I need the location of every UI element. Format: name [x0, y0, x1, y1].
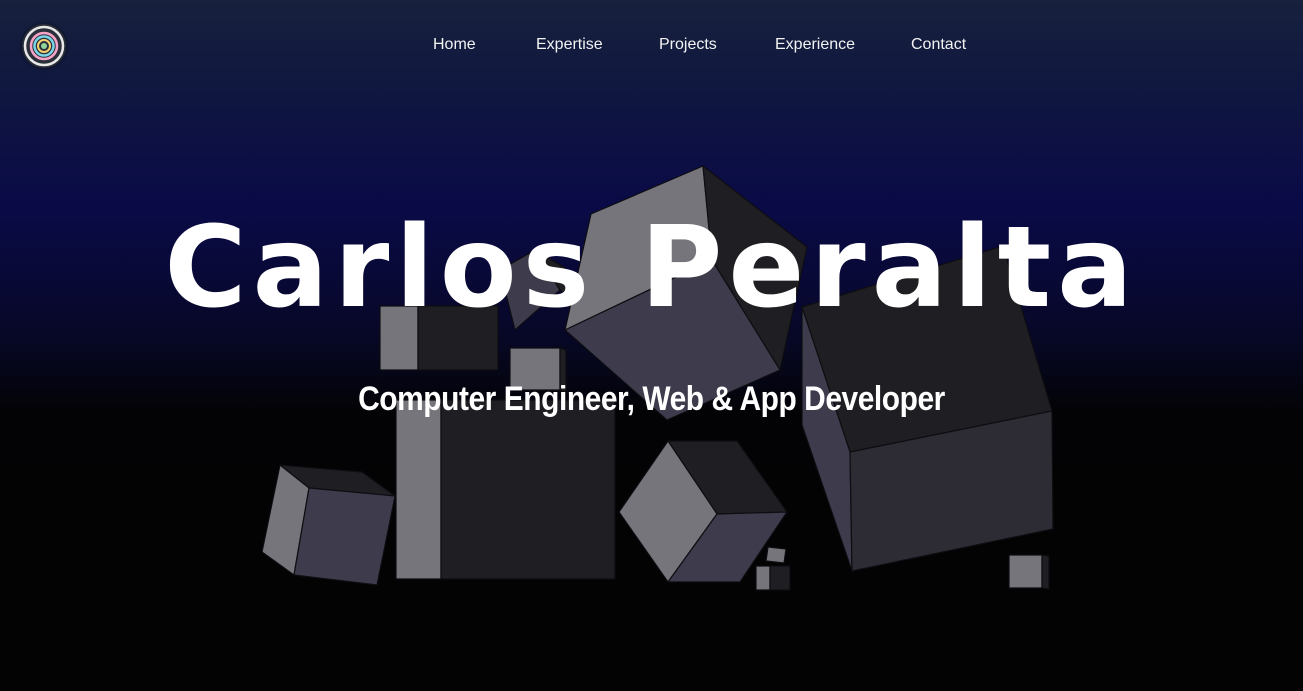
cube-shape	[395, 399, 616, 580]
cube-shape	[618, 440, 788, 583]
cube-shape	[755, 546, 791, 591]
nav-link-contact[interactable]: Contact	[911, 36, 966, 54]
cube-shape	[1008, 554, 1050, 590]
hero-title: Carlos Peralta	[164, 203, 1139, 333]
cube-shape	[261, 464, 396, 586]
nav-link-projects[interactable]: Projects	[659, 36, 717, 54]
cubes-background	[261, 165, 1054, 591]
nav-link-experience[interactable]: Experience	[775, 36, 855, 54]
main-nav: Home Expertise Projects Experience Conta…	[0, 36, 1303, 58]
nav-link-home[interactable]: Home	[433, 36, 476, 54]
hero-subtitle: Computer Engineer, Web & App Developer	[358, 380, 945, 418]
nav-link-expertise[interactable]: Expertise	[536, 36, 603, 54]
